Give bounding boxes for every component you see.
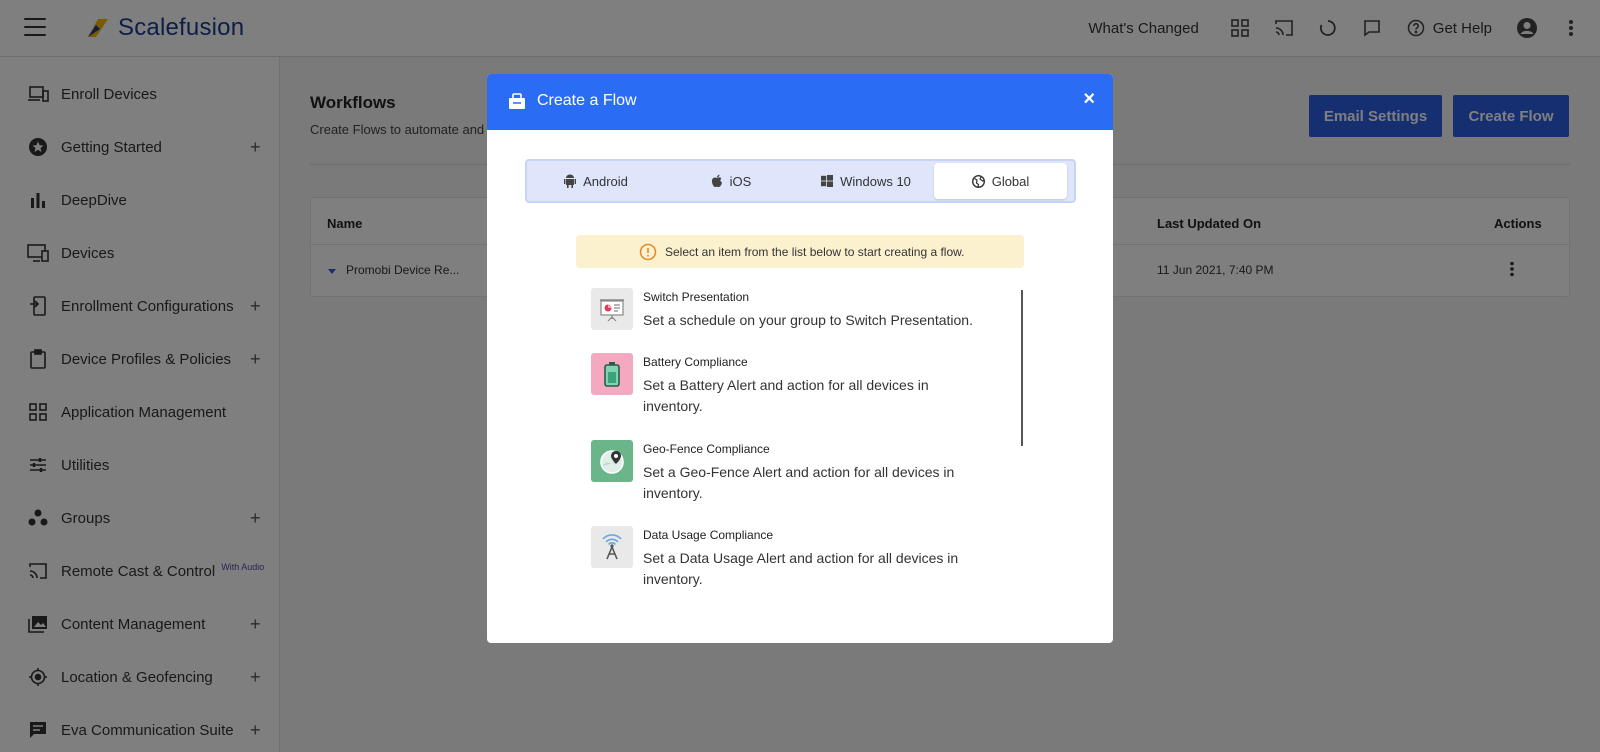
flow-list: Switch Presentation Set a schedule on yo… [591,288,1011,628]
android-icon [563,174,577,188]
tab-label: Android [583,173,628,189]
presentation-icon [591,288,633,330]
info-icon [639,243,657,260]
scrollbar[interactable] [1021,290,1023,446]
flow-title: Geo-Fence Compliance [643,442,770,456]
tab-android[interactable]: Android [529,163,662,199]
tab-label: Windows 10 [840,173,911,189]
flow-description: Set a Data Usage Alert and action for al… [643,550,959,587]
antenna-icon [591,526,633,568]
tab-label: iOS [729,173,752,189]
modal-header: Create a Flow × [487,74,1113,130]
apple-icon [710,174,724,188]
windows-icon [820,174,834,188]
platform-tabs: Android iOS Windows 10 Global [525,159,1076,203]
tab-label: Global [991,173,1030,189]
flow-box-icon [509,93,525,109]
create-flow-modal: Create a Flow × Android iOS Windows 10 G… [487,74,1113,643]
flow-description: Set a schedule on your group to Switch P… [643,312,973,328]
globe-icon [972,174,986,188]
geofence-icon [591,440,633,482]
flow-description: Set a Geo-Fence Alert and action for all… [643,464,955,501]
flow-description: Set a Battery Alert and action for all d… [643,377,929,414]
tab-windows-10[interactable]: Windows 10 [799,163,932,199]
modal-title: Create a Flow [537,92,637,109]
tab-ios[interactable]: iOS [664,163,797,199]
flow-title: Data Usage Compliance [643,528,774,542]
flow-title: Battery Compliance [643,355,748,369]
close-icon[interactable]: × [1083,88,1095,111]
info-text: Select an item from the list below to st… [665,244,965,259]
tab-global[interactable]: Global [934,163,1067,199]
battery-icon [591,353,633,395]
info-banner: Select an item from the list below to st… [576,235,1024,268]
flow-title: Switch Presentation [643,290,750,304]
